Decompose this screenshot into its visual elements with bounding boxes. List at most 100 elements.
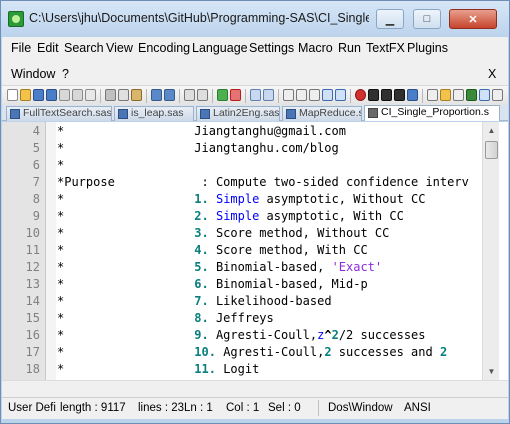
code-line[interactable]: * 7. Likelihood-based	[57, 293, 332, 310]
document-map-icon[interactable]	[335, 89, 346, 101]
code-editor[interactable]: 4 5 6 7 8 9 10 11 12 13 14 15 16 17 18 * Jiangtanghu@g…	[2, 122, 508, 380]
window-title: C:\Users\jhu\Documents\GitHub\Programmin…	[29, 11, 369, 25]
line-number-gutter: 4 5 6 7 8 9 10 11 12 13 14 15 16 17 18	[2, 122, 46, 380]
menu-settings[interactable]: Settings	[249, 41, 294, 55]
tab-is-leap[interactable]: is_leap.sas	[114, 106, 194, 121]
code-line[interactable]: *	[57, 157, 64, 174]
code-token: *	[57, 209, 195, 223]
save-macro-icon[interactable]	[407, 89, 418, 101]
code-line[interactable]: * 3. Score method, Without CC	[57, 225, 389, 242]
find-icon[interactable]	[184, 89, 195, 101]
code-token: 2.	[194, 209, 209, 223]
sync-scroll-icon[interactable]	[250, 89, 261, 101]
cut-icon[interactable]	[105, 89, 116, 101]
code-line[interactable]: * Jiangtanghu.com/blog	[57, 140, 339, 157]
run-macro-multiple-icon[interactable]	[394, 89, 405, 101]
zoom-in-icon[interactable]	[217, 89, 228, 101]
scrollbar-thumb[interactable]	[485, 141, 498, 159]
menu-textfx[interactable]: TextFX	[366, 41, 405, 55]
line-number: 10	[25, 226, 40, 240]
code-line[interactable]: * 4. Score method, With CC	[57, 242, 368, 259]
paste-icon[interactable]	[131, 89, 142, 101]
toolbar-divider	[245, 89, 246, 103]
code-line[interactable]: * Jiangtanghu@gmail.com	[57, 123, 346, 140]
horizontal-scrollbar[interactable]	[2, 380, 508, 397]
code-token: 1.	[194, 192, 209, 206]
line-number: 15	[25, 311, 40, 325]
show-all-characters-icon[interactable]	[296, 89, 307, 101]
code-line[interactable]: * 1. Simple asymptotic, Without CC	[57, 191, 426, 208]
user-language-icon[interactable]	[322, 89, 333, 101]
code-token: 4.	[194, 243, 209, 257]
code-line[interactable]: * 2. Simple asymptotic, With CC	[57, 208, 404, 225]
zoom-out-icon[interactable]	[230, 89, 241, 101]
maximize-button[interactable]: □	[413, 9, 441, 29]
minimize-button[interactable]: ▁	[376, 9, 404, 29]
copy-icon[interactable]	[118, 89, 129, 101]
vertical-scrollbar[interactable]: ▲ ▼	[482, 122, 499, 380]
code-line[interactable]: * 10. Agresti-Coull,2 successes and 2	[57, 344, 447, 361]
menu-help[interactable]: ?	[62, 67, 69, 81]
code-line[interactable]: * 9. Agresti-Coull,z^2/2 successes	[57, 327, 426, 344]
tab-latin2eng[interactable]: Latin2Eng.sas	[196, 106, 280, 121]
menu-plugins[interactable]: Plugins	[407, 41, 448, 55]
code-line[interactable]: * 11. Logit	[57, 361, 259, 378]
close-file-icon[interactable]	[59, 89, 70, 101]
code-line[interactable]: * 6. Binomial-based, Mid-p	[57, 276, 368, 293]
save-all-icon[interactable]	[46, 89, 57, 101]
close-document-button[interactable]: X	[488, 67, 496, 81]
code-token: 2	[439, 345, 448, 359]
menu-search[interactable]: Search	[64, 41, 104, 55]
menu-window[interactable]: Window	[11, 67, 55, 81]
code-token: 6.	[194, 277, 209, 291]
tab-ci-single-proportion[interactable]: CI_Single_Proportion.s	[364, 105, 500, 121]
save-icon[interactable]	[33, 89, 44, 101]
close-all-icon[interactable]	[72, 89, 83, 101]
tab-mapreduce[interactable]: MapReduce.sas	[282, 106, 362, 121]
plugin-icon[interactable]	[427, 89, 438, 101]
plugin-folder-icon[interactable]	[440, 89, 451, 101]
code-text-area[interactable]: * Jiangtanghu@gmail.com * Jiangtanghu.com…	[57, 122, 482, 380]
code-token: Logit	[215, 362, 260, 376]
scroll-up-arrow-icon[interactable]: ▲	[484, 123, 499, 138]
print-icon[interactable]	[85, 89, 96, 101]
code-token: Score method, Without CC	[208, 226, 390, 240]
code-token: *	[57, 226, 195, 240]
code-token: Binomial-based, Mid-p	[208, 277, 368, 291]
sync-horizontal-icon[interactable]	[263, 89, 274, 101]
new-file-icon[interactable]	[7, 89, 18, 101]
compare-icon[interactable]	[479, 89, 490, 101]
title-bar[interactable]: C:\Users\jhu\Documents\GitHub\Programmin…	[1, 1, 509, 37]
toolbar-overflow-icon[interactable]	[492, 89, 503, 101]
menu-edit[interactable]: Edit	[37, 41, 59, 55]
word-wrap-icon[interactable]	[283, 89, 294, 101]
open-file-icon[interactable]	[20, 89, 31, 101]
code-token: 2	[324, 345, 332, 359]
stop-recording-icon[interactable]	[368, 89, 379, 101]
tab-label: Latin2Eng.sas	[213, 107, 280, 119]
record-macro-icon[interactable]	[355, 89, 366, 101]
undo-icon[interactable]	[151, 89, 162, 101]
fold-margin[interactable]	[46, 122, 56, 380]
menu-view[interactable]: View	[106, 41, 133, 55]
menu-language[interactable]: Language	[192, 41, 248, 55]
app-window: C:\Users\jhu\Documents\GitHub\Programmin…	[0, 0, 510, 424]
saved-disk-icon	[10, 109, 20, 119]
menu-encoding[interactable]: Encoding	[138, 41, 190, 55]
replace-icon[interactable]	[197, 89, 208, 101]
code-line[interactable]: *Purpose : Compute two-sided confidence …	[57, 174, 469, 191]
scroll-down-arrow-icon[interactable]: ▼	[484, 364, 499, 379]
indent-guide-icon[interactable]	[309, 89, 320, 101]
code-line[interactable]: * 5. Binomial-based, 'Exact'	[57, 259, 382, 276]
menu-macro[interactable]: Macro	[298, 41, 333, 55]
spell-check-icon[interactable]	[466, 89, 477, 101]
code-line[interactable]: * 8. Jeffreys	[57, 310, 274, 327]
redo-icon[interactable]	[164, 89, 175, 101]
plugin-settings-icon[interactable]	[453, 89, 464, 101]
menu-run[interactable]: Run	[338, 41, 361, 55]
menu-file[interactable]: File	[11, 41, 31, 55]
close-button[interactable]: ✕	[449, 9, 497, 29]
tab-fulltextsearch[interactable]: FullTextSearch.sas	[6, 106, 112, 121]
playback-icon[interactable]	[381, 89, 392, 101]
